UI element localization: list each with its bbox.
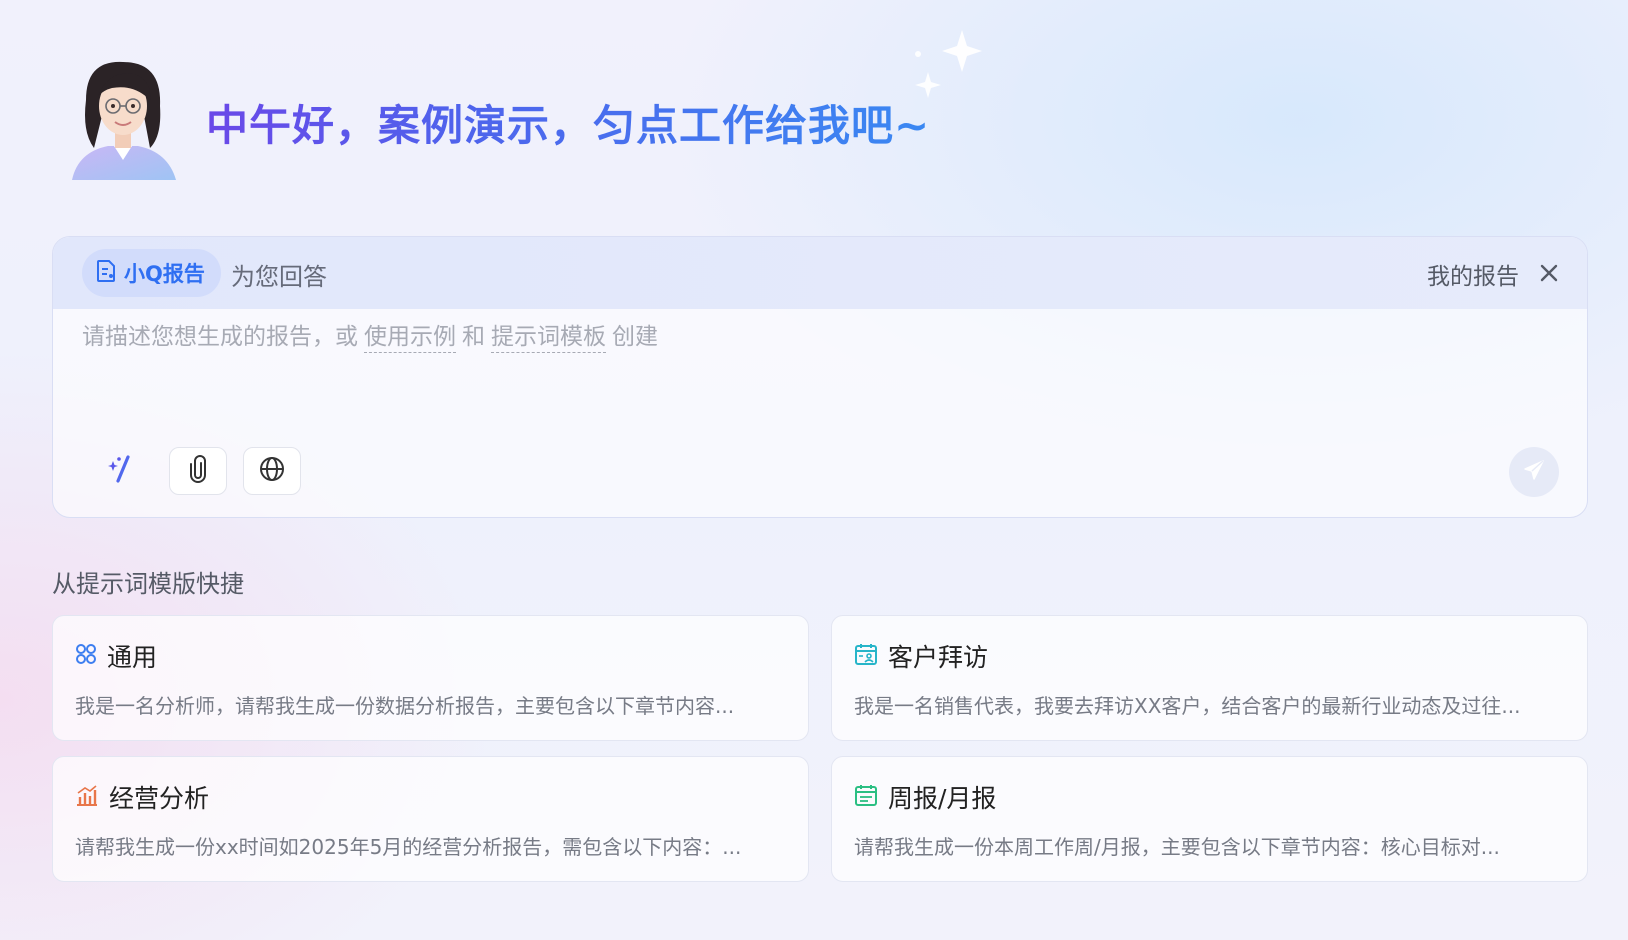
paperclip-icon [187,455,209,487]
examples-link[interactable]: 使用示例 [364,324,456,353]
grid-icon [75,643,97,669]
calendar-user-icon [854,642,878,670]
attach-button[interactable] [169,447,227,495]
magic-wand-button[interactable] [91,447,149,495]
send-button[interactable] [1509,447,1559,497]
agent-header: 小Q报告 为您回答 我的报告 [53,237,1587,309]
template-title: 通用 [107,643,158,672]
web-search-button[interactable] [243,447,301,495]
template-card-general[interactable]: 通用 我是一名分析师，请帮我生成一份数据分析报告，主要包含以下章节内容... [52,615,809,741]
send-icon [1522,458,1546,486]
templates-link[interactable]: 提示词模板 [491,324,606,353]
template-section-title: 从提示词模版快捷 [52,570,244,598]
template-card-business-analysis[interactable]: 经营分析 请帮我生成一份xx时间如2025年5月的经营分析报告，需包含以下内容：… [52,756,809,882]
bar-chart-icon [75,784,99,810]
prompt-card: 小Q报告 为您回答 我的报告 请描述您想生成的报告，或 使用示例和提示词模板 创建 [52,236,1588,518]
template-title: 周报/月报 [888,784,997,813]
report-doc-icon [96,259,116,287]
agent-suffix: 为您回答 [231,263,327,291]
my-report-link[interactable]: 我的报告 [1427,257,1519,291]
calendar-icon [854,783,878,811]
assistant-avatar [64,56,182,180]
template-desc: 请帮我生成一份本周工作周/月报，主要包含以下章节内容：核心目标对... [854,835,1500,859]
greeting-title: 中午好，案例演示，匀点工作给我吧~ [206,92,930,153]
placeholder-prefix: 请描述您想生成的报告，或 [82,324,358,350]
agent-pill[interactable]: 小Q报告 [82,249,221,297]
template-card-weekly-report[interactable]: 周报/月报 请帮我生成一份本周工作周/月报，主要包含以下章节内容：核心目标对..… [831,756,1588,882]
template-desc: 我是一名销售代表，我要去拜访XX客户，结合客户的最新行业动态及过往... [854,694,1521,718]
template-title: 客户拜访 [888,643,989,672]
sparkle-icon [912,24,1002,104]
template-title: 经营分析 [109,784,210,813]
template-desc: 我是一名分析师，请帮我生成一份数据分析报告，主要包含以下章节内容... [75,694,735,718]
template-desc: 请帮我生成一份xx时间如2025年5月的经营分析报告，需包含以下内容：... [75,835,742,859]
globe-icon [258,455,286,487]
prompt-input[interactable]: 请描述您想生成的报告，或 使用示例和提示词模板 创建 [82,317,658,353]
placeholder-joiner: 和 [462,324,485,350]
agent-name: 小Q报告 [124,262,205,286]
placeholder-suffix: 创建 [612,324,658,350]
template-card-customer-visit[interactable]: 客户拜访 我是一名销售代表，我要去拜访XX客户，结合客户的最新行业动态及过往..… [831,615,1588,741]
close-icon[interactable] [1537,261,1561,285]
magic-wand-icon [104,453,136,489]
